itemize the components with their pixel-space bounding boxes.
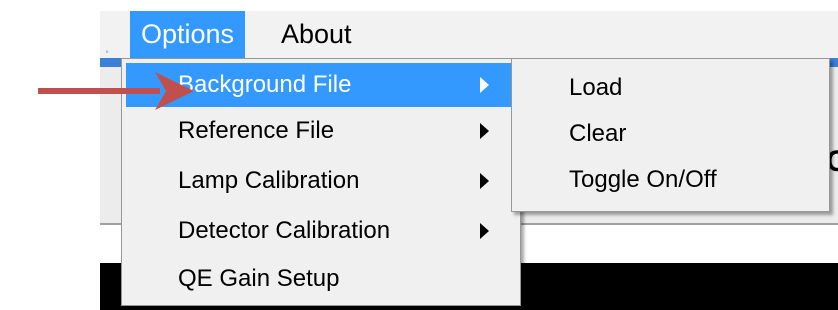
arrow-head [155,72,194,110]
menu-item-detector-calibration[interactable]: Detector Calibration [126,209,516,253]
submenu-item-load[interactable]: Load [516,65,825,111]
submenu-item-toggle[interactable]: Toggle On/Off [516,157,825,203]
menu-item-label: Background File [178,71,352,98]
menu-item-qe-gain-setup[interactable]: QE Gain Setup [126,257,516,301]
menu-bar: . Options About [100,11,838,58]
submenu-item-clear[interactable]: Clear [516,111,825,157]
submenu-arrow-icon [480,173,489,189]
submenu-arrow-icon [480,77,489,93]
menu-about[interactable]: About [270,11,363,58]
menu-item-lamp-calibration[interactable]: Lamp Calibration [126,159,516,203]
menu-item-label: QE Gain Setup [178,265,340,292]
menu-item-label: Reference File [178,117,335,144]
menu-item-label: Detector Calibration [178,217,391,244]
screenshot-stage: . Options About C Background File Refere… [0,0,838,310]
background-file-submenu: Load Clear Toggle On/Off [511,58,830,212]
menu-item-label: Lamp Calibration [178,167,360,194]
submenu-arrow-icon [480,223,489,239]
right-arrow-icon [38,72,194,110]
submenu-arrow-icon [480,123,489,139]
